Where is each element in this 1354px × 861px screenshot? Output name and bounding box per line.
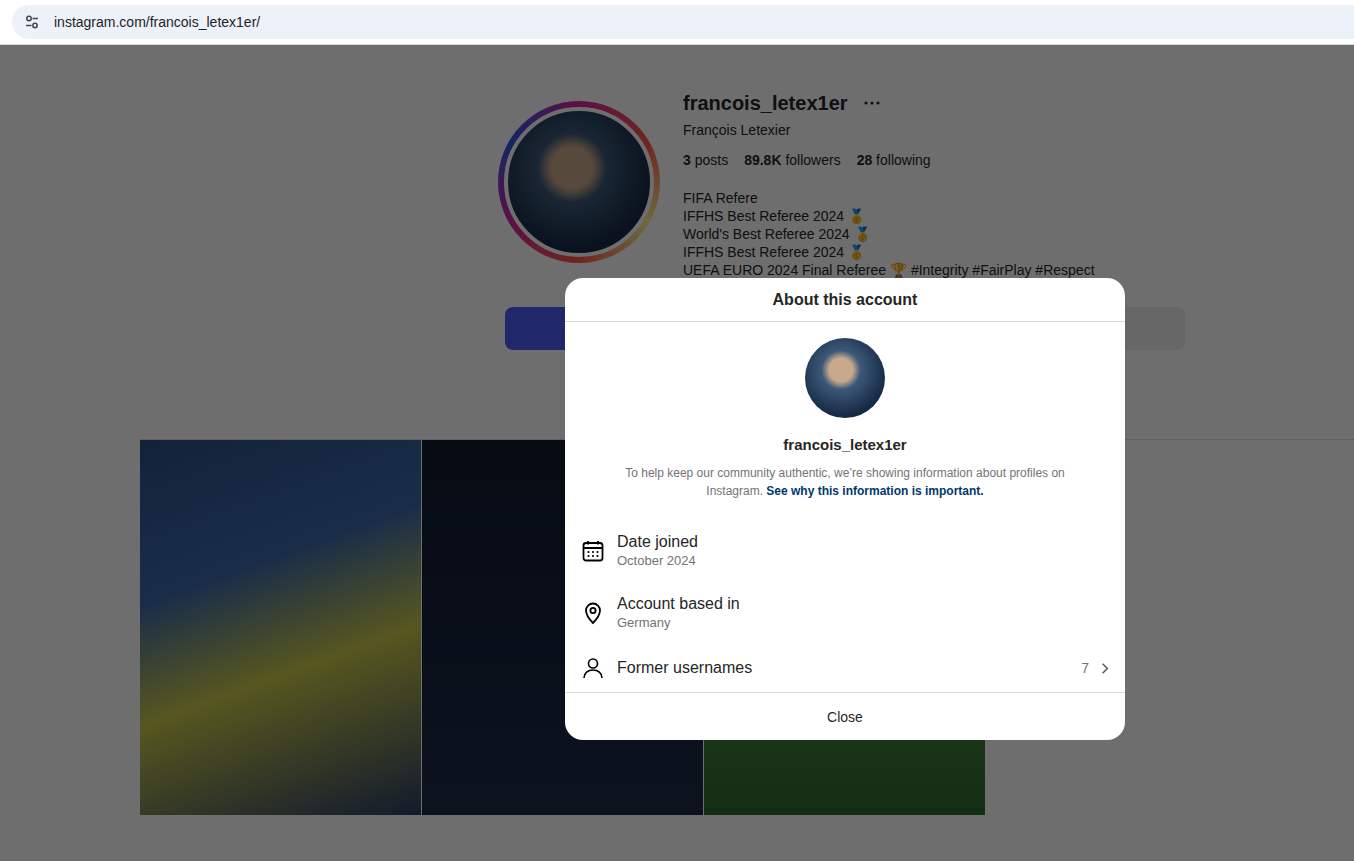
address-bar[interactable]: instagram.com/francois_letex1er/: [12, 5, 1354, 39]
row-text: Account based in Germany: [617, 594, 1109, 632]
info-rows: Date joined October 2024 Account based i…: [565, 520, 1125, 692]
url-text[interactable]: instagram.com/francois_letex1er/: [54, 14, 260, 30]
profile-page: francois_letex1er François Letexier 3 po…: [0, 45, 1354, 861]
site-settings-icon[interactable]: [24, 14, 40, 30]
dialog-description: To help keep our community authentic, we…: [565, 464, 1125, 500]
dialog-avatar: [805, 338, 885, 418]
calendar-icon: [581, 539, 605, 563]
row-value: October 2024: [617, 552, 1109, 570]
person-icon: [581, 656, 605, 680]
close-button[interactable]: Close: [565, 692, 1125, 740]
dialog-body: francois_letex1er To help keep our commu…: [565, 322, 1125, 692]
info-row: Account based in Germany: [565, 582, 1125, 644]
row-label: Former usernames: [617, 658, 1069, 678]
info-row[interactable]: Former usernames 7: [565, 644, 1125, 692]
about-account-dialog: About this account francois_letex1er To …: [565, 278, 1125, 740]
location-pin-icon: [581, 601, 605, 625]
row-label: Account based in: [617, 594, 1109, 614]
modal-backdrop[interactable]: About this account francois_letex1er To …: [0, 45, 1354, 861]
dialog-title: About this account: [565, 278, 1125, 322]
chevron-right-icon[interactable]: [1101, 662, 1109, 675]
info-row: Date joined October 2024: [565, 520, 1125, 582]
browser-window: instagram.com/francois_letex1er/ francoi…: [0, 0, 1354, 861]
dialog-username: francois_letex1er: [783, 436, 906, 454]
row-text: Former usernames: [617, 658, 1069, 678]
browser-toolbar: instagram.com/francois_letex1er/: [0, 0, 1354, 45]
row-value: Germany: [617, 614, 1109, 632]
row-count: 7: [1081, 660, 1089, 676]
info-link[interactable]: See why this information is important.: [766, 484, 983, 498]
row-text: Date joined October 2024: [617, 532, 1109, 570]
row-label: Date joined: [617, 532, 1109, 552]
